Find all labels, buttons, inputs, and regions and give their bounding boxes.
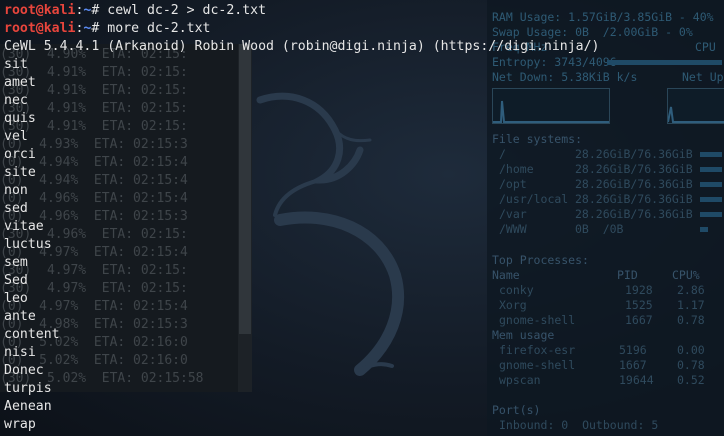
fs-usage: 28.26GiB/76.36GiB [575,192,693,206]
command-text: more dc-2.txt [107,21,211,36]
progress-line: (0) 4.96% ETA: 02:15:4 [0,191,188,206]
mem-proc-name: gnome-shell [499,358,576,372]
mem-proc-name: firefox-esr [499,343,576,357]
proc-name: conky [499,283,534,297]
cpu-label: CPU [695,40,716,54]
entropy: Entropy: 3743/4096 [492,55,617,69]
word-line: sem [4,255,28,270]
fs-mount: /usr/local [499,192,569,206]
word-line: sed [4,201,28,216]
progress-line: (30) 4.97% ETA: 02:15: [0,263,188,278]
fs-usage-bar [700,152,722,157]
word-line: Donec [4,363,44,378]
word-line: vel [4,129,28,144]
fs-usage: 28.26GiB/76.36GiB [575,162,693,176]
scrollbar-thumb[interactable] [239,44,251,334]
ports-title: Port(s) [492,403,541,417]
word-line: amet [4,75,36,90]
fs-usage: 28.26GiB/76.36GiB [575,177,693,191]
mem-proc-value: 0.78 [677,358,705,372]
word-line: non [4,183,28,198]
word-line: content [4,327,60,342]
proc-cpu: 2.86 [677,283,705,297]
fs-usage-bar [700,167,722,172]
fs-mount: /WWW [499,222,527,236]
word-line: site [4,165,36,180]
word-line: nisi [4,345,36,360]
proc-pid: 1667 [625,313,653,327]
fs-mount: /opt [499,177,527,191]
word-line: luctus [4,237,52,252]
word-line: orci [4,147,36,162]
mem-proc-pid: 19644 [619,373,654,387]
fs-usage: 0B /0B [575,222,624,236]
proc-header-name: Name [492,268,520,282]
proc-header-pid: PID [617,268,638,282]
word-line: Sed [4,273,28,288]
word-line: vitae [4,219,44,234]
entropy-bar [607,60,722,65]
net-down: Net Down: 5.38KiB k/s [492,70,638,84]
word-line: nec [4,93,28,108]
prompt-user-host: root@kali [4,3,76,18]
word-line: turpis [4,381,52,396]
proc-pid: 1525 [625,298,653,312]
mem-proc-pid: 1667 [619,358,647,372]
progress-line: (30) 4.97% ETA: 02:15: [0,281,188,296]
cewl-banner: CeWL 5.4.4.1 (Arkanoid) Robin Wood (robi… [4,39,600,54]
fs-mount: / [499,147,506,161]
command-line-1: root@kali:~# cewl dc-2 > dc-2.txt [4,2,266,20]
mem-proc-value: 0.00 [677,343,705,357]
command-text: cewl dc-2 > dc-2.txt [107,3,267,18]
mem-proc-name: wpscan [499,373,541,387]
net-up-label: Net Up [682,70,724,84]
word-line: ante [4,309,36,324]
word-line: quis [4,111,36,126]
proc-name: gnome-shell [499,313,576,327]
word-line: leo [4,291,28,306]
command-line-2: root@kali:~# more dc-2.txt [4,20,210,38]
swap-usage: Swap Usage: 0B /2.00GiB - 0% [492,25,693,39]
proc-cpu: 1.17 [677,298,705,312]
word-line: Aenean [4,399,52,414]
prompt-sym: # [91,21,108,36]
word-line: wrap [4,417,36,432]
fs-usage: 28.26GiB/76.36GiB [575,207,693,221]
word-line: sit [4,57,28,72]
fs-usage-bar [700,197,722,202]
prompt-user-host: root@kali [4,21,76,36]
conky-monitor: RAM Usage: 1.57GiB/3.85GiB - 40% Swap Us… [487,0,724,436]
proc-title: Top Processes: [492,253,589,267]
fs-usage-bar [700,212,722,217]
proc-header-cpu: CPU% [672,268,700,282]
mem-proc-value: 0.52 [677,373,705,387]
fs-mount: /home [499,162,534,176]
net-up-graph [667,88,724,124]
proc-pid: 1928 [625,283,653,297]
fs-usage-bar [700,182,722,187]
ports-counts: Inbound: 0 Outbound: 5 [499,418,659,432]
proc-name: Xorg [499,298,527,312]
proc-cpu: 0.78 [677,313,705,327]
prompt-sym: # [91,3,108,18]
fs-title: File systems: [492,132,583,146]
mem-proc-pid: 5196 [619,343,647,357]
mem-title: Mem usage [492,328,555,342]
fs-mount: /var [499,207,527,221]
ram-usage: RAM Usage: 1.57GiB/3.85GiB - 40% [492,10,714,24]
fs-usage: 28.26GiB/76.36GiB [575,147,693,161]
fs-usage-bar [700,227,708,232]
net-down-graph [492,88,610,124]
